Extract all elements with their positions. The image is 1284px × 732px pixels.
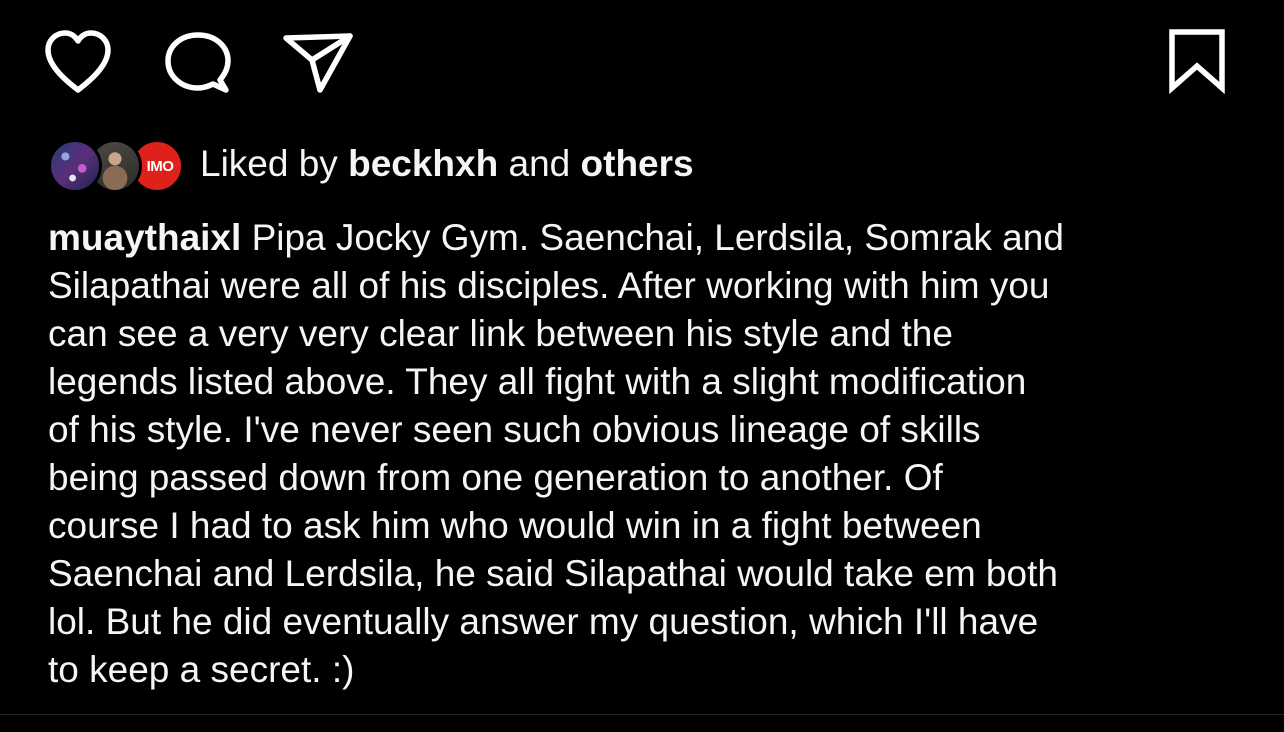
caption-text: Pipa Jocky Gym. Saenchai, Lerdsila, Somr… — [241, 217, 1064, 258]
liker-username-link[interactable]: beckhxh — [348, 143, 498, 184]
caption-line: Saenchai and Lerdsila, he said Silapatha… — [48, 553, 1058, 594]
avatar — [48, 139, 102, 193]
avatar-logo-text: IMO — [146, 157, 174, 175]
caption-line: to keep a secret. :) — [48, 649, 355, 690]
comment-icon[interactable] — [162, 30, 234, 98]
caption-line: being passed down from one generation to… — [48, 457, 943, 498]
likes-text: Liked by beckhxh and others — [200, 137, 694, 191]
likes-prefix: Liked by — [200, 143, 349, 184]
caption-line: lol. But he did eventually answer my que… — [48, 601, 1039, 642]
paper-plane-icon[interactable] — [280, 28, 356, 96]
caption-line: of his style. I've never seen such obvio… — [48, 409, 981, 450]
caption-line: Silapathai were all of his disciples. Af… — [48, 265, 1050, 306]
likes-others-link[interactable]: others — [581, 143, 694, 184]
caption-line: legends listed above. They all fight wit… — [48, 361, 1027, 402]
liker-avatars: IMO — [48, 137, 184, 193]
likes-middle: and — [498, 143, 581, 184]
post-action-bar — [0, 0, 1284, 120]
caption-line: muaythaixl Pipa Jocky Gym. Saenchai, Ler… — [48, 214, 1248, 262]
post-caption: muaythaixl Pipa Jocky Gym. Saenchai, Ler… — [48, 214, 1248, 694]
bookmark-icon[interactable] — [1164, 26, 1230, 96]
caption-username-link[interactable]: muaythaixl — [48, 217, 241, 258]
caption-line: course I had to ask him who would win in… — [48, 505, 982, 546]
likes-summary[interactable]: IMO Liked by beckhxh and others — [48, 134, 694, 194]
heart-icon[interactable] — [42, 28, 114, 96]
caption-line: can see a very very clear link between h… — [48, 313, 953, 354]
divider — [0, 714, 1284, 715]
